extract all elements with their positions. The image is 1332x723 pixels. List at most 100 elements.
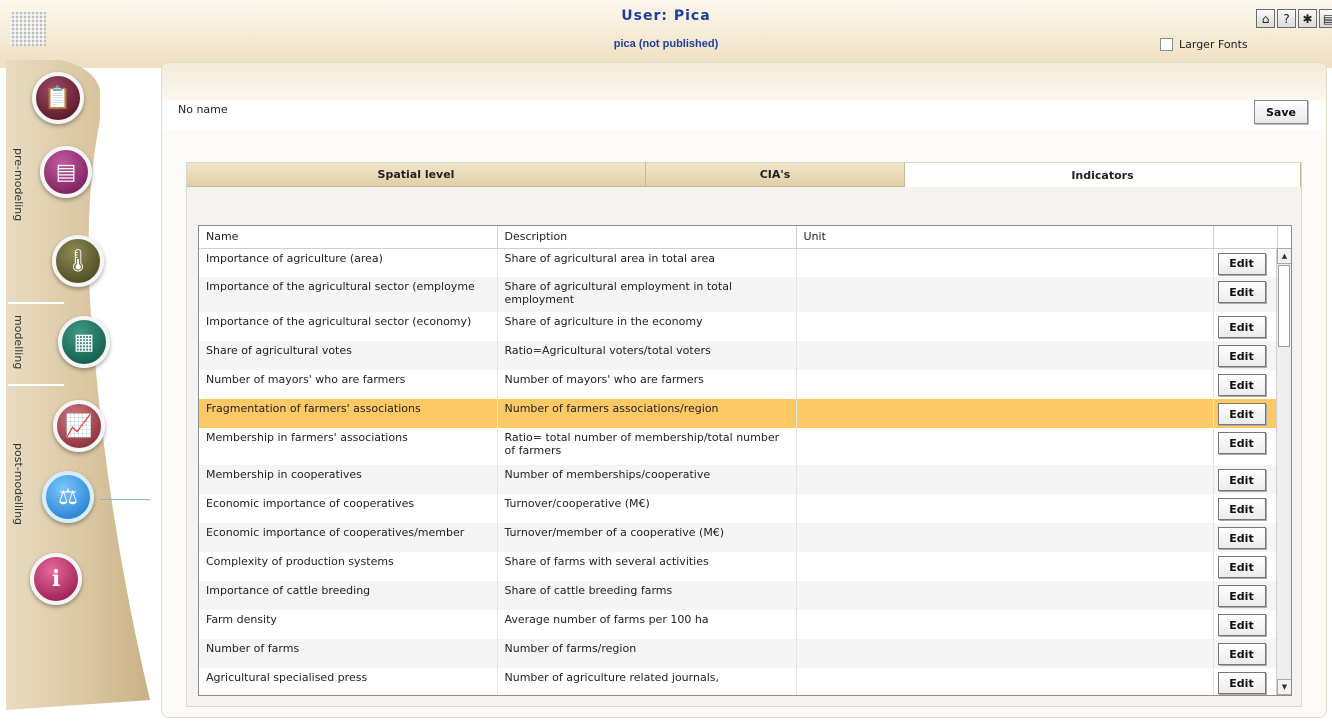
scroll-thumb[interactable] [1278,265,1290,347]
table-row[interactable]: Number of farms Number of farms/region Edi… [199,639,1278,668]
help-icon[interactable]: ? [1277,9,1296,28]
tab-bar: Spatial level CIA's Indicators [187,163,1301,187]
larger-fonts-checkbox[interactable] [1160,38,1173,51]
sidebar-item-chart[interactable]: 📈 [53,400,105,452]
panel-header [162,63,1326,99]
cell-unit [796,581,1214,610]
edit-button[interactable]: Edit [1217,643,1266,665]
cell-name: Importance of agriculture (area) [199,248,498,277]
bug-icon[interactable]: ✱ [1298,9,1317,28]
cell-unit [796,552,1214,581]
cell-name: Importance of the agricultural sector (e… [199,312,498,341]
cell-description: Average number of farms per 100 ha [497,610,797,639]
table-header-row: Name Description Unit [199,226,1278,249]
column-header-name[interactable]: Name [199,226,498,249]
edit-button[interactable]: Edit [1217,469,1266,491]
cell-actions: Edit [1213,341,1278,370]
books-icon: ▤ [55,159,77,185]
sidebar-item-scales[interactable]: ⚖ [42,471,94,523]
home-icon[interactable]: ⌂ [1256,9,1275,28]
cell-description: Share of agriculture in the economy [497,312,797,341]
sidebar-item-books[interactable]: ▤ [40,146,92,198]
cell-description: Turnover/member of a cooperative (M€) [497,523,797,552]
table-row[interactable]: Importance of cattle breeding Share of ca… [199,581,1278,610]
cell-actions: Edit [1213,465,1278,494]
cell-description: Share of farms with several activities [497,552,797,581]
cell-actions: Edit [1213,370,1278,399]
edit-button[interactable]: Edit [1217,556,1266,578]
tab-indicators[interactable]: Indicators [905,163,1301,187]
edit-button[interactable]: Edit [1217,345,1266,367]
cell-name: Membership in farmers' associations [199,428,498,465]
edit-button[interactable]: Edit [1217,527,1266,549]
cell-name: Number of mayors' who are farmers [199,370,498,399]
main-panel: No name Save Spatial level CIA's Indicat… [161,62,1327,718]
cell-actions: Edit [1213,277,1278,312]
name-row: No name [162,100,1326,130]
clipboard-icon: 📋 [44,85,72,111]
table-row[interactable]: Number of mayors' who are farmers Number … [199,370,1278,399]
name-field[interactable]: No name [178,103,228,116]
sidebar-item-calculator[interactable]: ▦ [58,316,110,368]
cell-unit [796,341,1214,370]
cell-description: Turnover/cooperative (M€) [497,494,797,523]
cell-actions: Edit [1213,312,1278,341]
column-header-description[interactable]: Description [497,226,797,249]
table-scrollbar[interactable]: ▲ ▼ [1276,248,1291,695]
cell-description: Number of farms/region [497,639,797,668]
section-pre-modeling: pre-modeling [12,148,25,222]
cell-name: Membership in cooperatives [199,465,498,494]
cell-name: Share of agricultural votes [199,341,498,370]
edit-button[interactable]: Edit [1217,252,1266,275]
table-row[interactable]: Complexity of production systems Share of… [199,552,1278,581]
table-row[interactable]: Economic importance of cooperatives Turno… [199,494,1278,523]
edit-button[interactable]: Edit [1217,672,1266,694]
edit-button[interactable]: Edit [1217,281,1266,303]
sidebar-item-thermometer[interactable]: 🌡 [52,235,104,287]
edit-button[interactable]: Edit [1217,374,1266,396]
table-row[interactable]: Fragmentation of farmers' associations Nu… [199,399,1278,428]
column-header-actions [1213,226,1278,249]
table-row[interactable]: Share of agricultural votes Ratio=Agricul… [199,341,1278,370]
larger-fonts-toggle[interactable]: Larger Fonts [1160,38,1248,51]
edit-button[interactable]: Edit [1217,403,1266,425]
cell-name: Fragmentation of farmers' associations [199,399,498,428]
cell-actions: Edit [1213,668,1278,695]
cell-actions: Edit [1213,494,1278,523]
book-icon[interactable]: ▤ [1319,9,1332,28]
table-row[interactable]: Membership in cooperatives Number of memb… [199,465,1278,494]
sidebar-item-info[interactable]: i [30,553,82,605]
edit-button[interactable]: Edit [1217,498,1266,520]
scales-icon: ⚖ [58,484,78,510]
cell-name: Importance of cattle breeding [199,581,498,610]
table-row[interactable]: Farm density Average number of farms per … [199,610,1278,639]
cell-description: Number of memberships/cooperative [497,465,797,494]
table-row[interactable]: Economic importance of cooperatives/memb… [199,523,1278,552]
thermometer-icon: 🌡 [64,248,92,274]
info-icon: i [51,566,61,592]
tab-cias[interactable]: CIA's [646,163,905,187]
cell-name: Complexity of production systems [199,552,498,581]
cell-description: Share of cattle breeding farms [497,581,797,610]
edit-button[interactable]: Edit [1217,432,1266,454]
cell-unit [796,523,1214,552]
tab-spatial-level[interactable]: Spatial level [187,163,646,187]
table-row[interactable]: Agricultural specialised press Number of … [199,668,1278,695]
save-button[interactable]: Save [1254,100,1308,124]
table-row[interactable]: Importance of the agricultural sector (e… [199,312,1278,341]
edit-button[interactable]: Edit [1217,614,1266,636]
table-row[interactable]: Importance of the agricultural sector (e… [199,277,1278,312]
edit-button[interactable]: Edit [1217,585,1266,607]
sidebar: pre-modeling modelling post-modelling 📋 … [0,60,160,710]
cell-unit [796,312,1214,341]
sidebar-item-clipboard[interactable]: 📋 [32,72,84,124]
cell-unit [796,465,1214,494]
table-row[interactable]: Membership in farmers' associations Ratio… [199,428,1278,465]
scroll-up-arrow-icon[interactable]: ▲ [1277,248,1291,264]
cell-description: Number of mayors' who are farmers [497,370,797,399]
column-header-unit[interactable]: Unit [796,226,1214,249]
cell-unit [796,610,1214,639]
table-row[interactable]: Importance of agriculture (area) Share of… [199,248,1278,277]
edit-button[interactable]: Edit [1217,316,1266,338]
scroll-down-arrow-icon[interactable]: ▼ [1277,679,1291,695]
